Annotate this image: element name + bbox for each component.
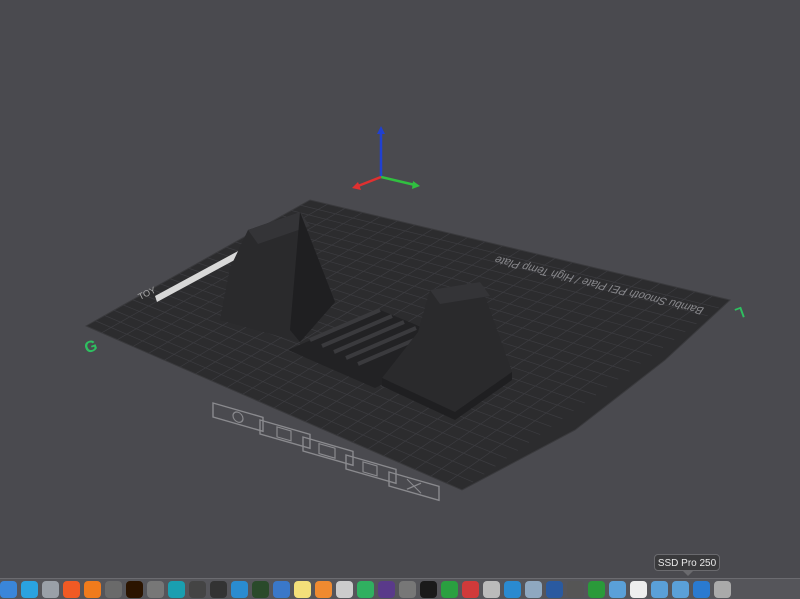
green-app-icon[interactable] [357, 580, 374, 598]
document-icon[interactable] [483, 580, 500, 598]
piano-icon[interactable] [210, 580, 227, 598]
firefox-icon[interactable] [84, 580, 101, 598]
fonts-icon[interactable] [462, 580, 479, 598]
finder-f-icon[interactable] [315, 580, 332, 598]
illustrator-icon[interactable] [126, 580, 143, 598]
folder-icon[interactable] [609, 580, 626, 598]
bambu-icon[interactable] [588, 580, 605, 598]
block-icon[interactable] [189, 580, 206, 598]
finder-icon[interactable] [0, 580, 17, 598]
screen-recorder-icon[interactable] [105, 580, 122, 598]
compass-icon[interactable] [399, 580, 416, 598]
text-icon[interactable] [336, 580, 353, 598]
preview-icon[interactable] [525, 580, 542, 598]
3d-viewport[interactable]: Bambu Smooth PEI Plate / High Temp Plate… [0, 0, 800, 580]
view-icon[interactable] [168, 580, 185, 598]
system-icon[interactable] [567, 580, 584, 598]
wifi-icon[interactable] [231, 580, 248, 598]
dock [0, 578, 800, 599]
numbers-icon[interactable] [441, 580, 458, 598]
dock-tooltip: SSD Pro 250 [654, 554, 720, 571]
tooltip-arrow [683, 571, 693, 576]
cloud-icon[interactable] [693, 580, 710, 598]
folder2-icon[interactable] [651, 580, 668, 598]
file-icon[interactable] [630, 580, 647, 598]
safari-icon[interactable] [504, 580, 521, 598]
tool-icon[interactable] [147, 580, 164, 598]
orbit-icon[interactable] [378, 580, 395, 598]
brave-icon[interactable] [63, 580, 80, 598]
virtualbox-icon[interactable] [546, 580, 563, 598]
folder3-icon[interactable] [672, 580, 689, 598]
audio-icon[interactable] [252, 580, 269, 598]
sw-icon[interactable] [273, 580, 290, 598]
trash-icon[interactable] [714, 580, 731, 598]
telegram-icon[interactable] [21, 580, 38, 598]
launchpad-icon[interactable] [42, 580, 59, 598]
activity-icon[interactable] [420, 580, 437, 598]
notes-icon[interactable] [294, 580, 311, 598]
